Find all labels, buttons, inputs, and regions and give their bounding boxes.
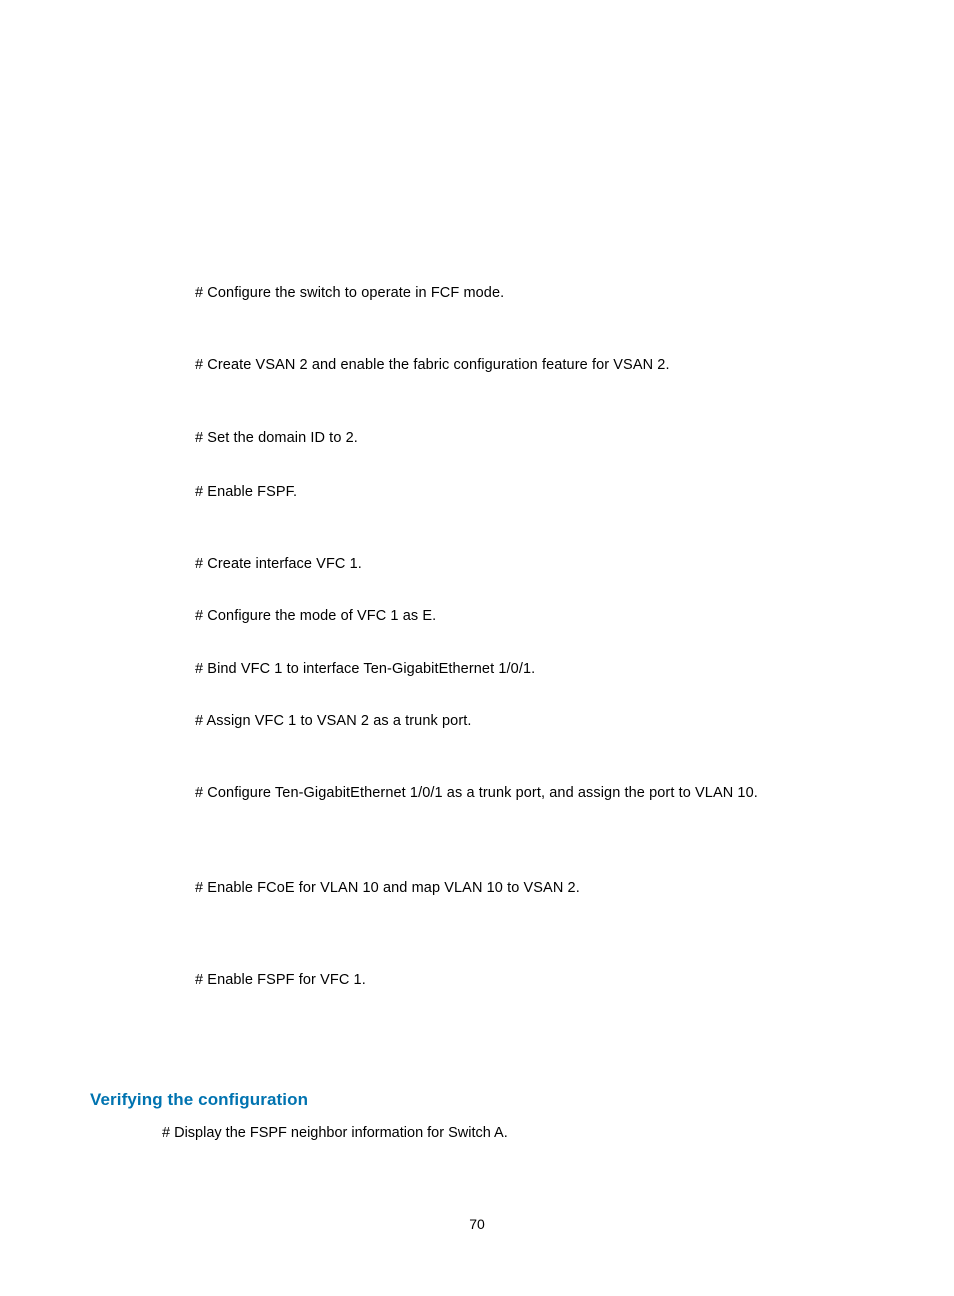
config-step: # Set the domain ID to 2. [195, 428, 864, 448]
config-step: # Configure the mode of VFC 1 as E. [195, 606, 864, 626]
section-heading-verifying: Verifying the configuration [90, 1090, 864, 1110]
config-step: # Enable FCoE for VLAN 10 and map VLAN 1… [195, 878, 864, 898]
config-step: # Configure Ten-GigabitEthernet 1/0/1 as… [195, 783, 864, 803]
config-step: # Enable FSPF. [195, 482, 864, 502]
config-step: # Configure the switch to operate in FCF… [195, 283, 864, 303]
config-step: # Create interface VFC 1. [195, 554, 864, 574]
config-step: # Assign VFC 1 to VSAN 2 as a trunk port… [195, 711, 864, 731]
config-step: # Bind VFC 1 to interface Ten-GigabitEth… [195, 659, 864, 679]
page-number: 70 [0, 1216, 954, 1232]
config-step: # Create VSAN 2 and enable the fabric co… [195, 355, 864, 375]
config-step: # Enable FSPF for VFC 1. [195, 970, 864, 990]
verify-step: # Display the FSPF neighbor information … [162, 1125, 864, 1141]
